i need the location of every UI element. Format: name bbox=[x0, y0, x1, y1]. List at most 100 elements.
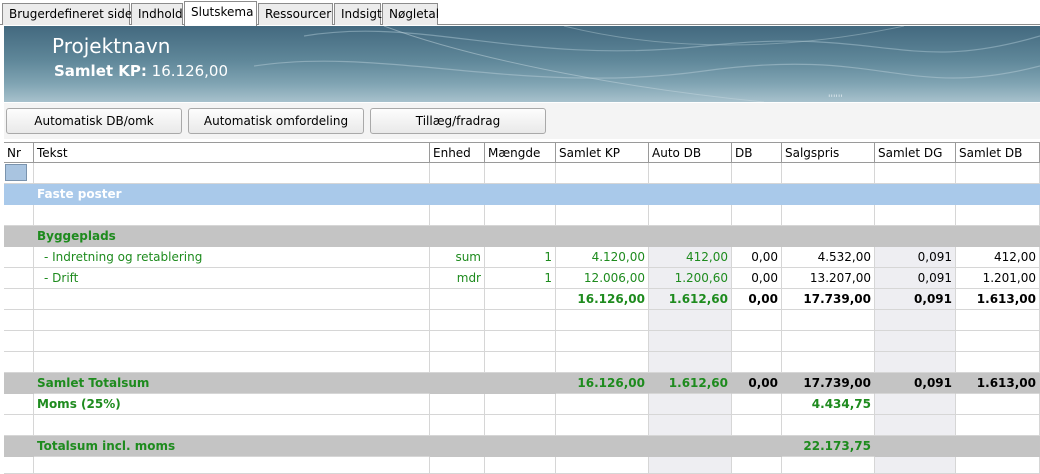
table-row[interactable]: - Drift mdr 1 12.006,00 1.200,60 0,00 13… bbox=[4, 268, 1040, 289]
surcharge-button[interactable]: Tillæg/fradrag bbox=[370, 108, 546, 134]
enhed-cell[interactable] bbox=[430, 310, 485, 331]
samlet-kp-cell[interactable] bbox=[556, 310, 649, 331]
total-incl-vat-row[interactable]: Totalsum incl. moms 22.173,75 bbox=[4, 436, 1040, 457]
salgspris-cell[interactable]: 4.532,00 bbox=[782, 247, 875, 268]
table-row[interactable] bbox=[4, 415, 1040, 436]
nr-cell[interactable] bbox=[4, 310, 34, 331]
auto-db-cell[interactable]: 412,00 bbox=[649, 247, 732, 268]
tekst-cell[interactable]: - Indretning og retablering bbox=[34, 247, 430, 268]
enhed-cell[interactable] bbox=[430, 331, 485, 352]
salgspris-cell[interactable] bbox=[782, 205, 875, 226]
auto-db-cell[interactable] bbox=[649, 163, 732, 184]
col-header-tekst[interactable]: Tekst bbox=[34, 142, 430, 163]
auto-db-button[interactable]: Automatisk DB/omk bbox=[6, 108, 182, 134]
enhed-cell[interactable] bbox=[430, 352, 485, 373]
samlet-kp-cell[interactable] bbox=[556, 331, 649, 352]
table-row[interactable] bbox=[4, 205, 1040, 226]
samlet-kp-cell[interactable] bbox=[556, 205, 649, 226]
enhed-cell[interactable]: sum bbox=[430, 247, 485, 268]
table-row[interactable]: - Indretning og retablering sum 1 4.120,… bbox=[4, 247, 1040, 268]
nr-cell[interactable] bbox=[4, 163, 34, 184]
salgspris-cell[interactable] bbox=[782, 352, 875, 373]
grand-total-samlet-db[interactable]: 1.613,00 bbox=[956, 373, 1040, 394]
tekst-cell[interactable] bbox=[34, 205, 430, 226]
tab-ressourcer[interactable]: Ressourcer bbox=[258, 3, 333, 25]
nr-cell[interactable] bbox=[4, 415, 34, 436]
samlet-dg-cell[interactable]: 0,091 bbox=[875, 247, 956, 268]
maengde-cell[interactable] bbox=[485, 205, 556, 226]
samlet-dg-cell[interactable] bbox=[875, 331, 956, 352]
section-row-faste-poster[interactable]: Faste poster bbox=[4, 184, 1040, 205]
db-cell[interactable] bbox=[732, 394, 782, 415]
auto-redistribute-button[interactable]: Automatisk omfordeling bbox=[188, 108, 364, 134]
samlet-db-cell[interactable] bbox=[956, 394, 1040, 415]
samlet-dg-cell[interactable] bbox=[875, 163, 956, 184]
salgspris-cell[interactable]: 13.207,00 bbox=[782, 268, 875, 289]
maengde-cell[interactable] bbox=[485, 331, 556, 352]
group-row-byggeplads[interactable]: Byggeplads bbox=[4, 226, 1040, 247]
subtotal-samlet-db[interactable]: 1.613,00 bbox=[956, 289, 1040, 310]
col-header-db[interactable]: DB bbox=[732, 142, 782, 163]
col-header-salgspris[interactable]: Salgspris bbox=[782, 142, 875, 163]
salgspris-cell[interactable] bbox=[782, 310, 875, 331]
nr-cell[interactable] bbox=[4, 247, 34, 268]
vat-row[interactable]: Moms (25%) 4.434,75 bbox=[4, 394, 1040, 415]
resize-grip-icon[interactable]: '''''' bbox=[828, 94, 843, 102]
db-cell[interactable] bbox=[732, 352, 782, 373]
maengde-cell[interactable]: 1 bbox=[485, 247, 556, 268]
maengde-cell[interactable] bbox=[485, 310, 556, 331]
subtotal-samlet-kp[interactable]: 16.126,00 bbox=[556, 289, 649, 310]
salgspris-cell[interactable] bbox=[782, 163, 875, 184]
samlet-db-cell[interactable] bbox=[956, 415, 1040, 436]
tekst-cell[interactable] bbox=[34, 310, 430, 331]
enhed-cell[interactable] bbox=[430, 289, 485, 310]
tekst-cell[interactable] bbox=[34, 415, 430, 436]
samlet-db-cell[interactable] bbox=[956, 331, 1040, 352]
tekst-cell[interactable] bbox=[34, 457, 430, 474]
db-cell[interactable]: 0,00 bbox=[732, 268, 782, 289]
db-cell[interactable] bbox=[732, 415, 782, 436]
salgspris-cell[interactable] bbox=[782, 331, 875, 352]
maengde-cell[interactable] bbox=[485, 163, 556, 184]
auto-db-cell[interactable] bbox=[649, 415, 732, 436]
table-row[interactable] bbox=[4, 163, 1040, 184]
nr-cell[interactable] bbox=[4, 394, 34, 415]
auto-db-cell[interactable] bbox=[649, 394, 732, 415]
samlet-kp-cell[interactable] bbox=[556, 457, 649, 474]
samlet-kp-cell[interactable] bbox=[556, 352, 649, 373]
nr-cell[interactable] bbox=[4, 457, 34, 474]
samlet-dg-cell[interactable] bbox=[875, 352, 956, 373]
tekst-cell[interactable]: - Drift bbox=[34, 268, 430, 289]
salgspris-cell[interactable] bbox=[782, 457, 875, 474]
samlet-db-cell[interactable] bbox=[956, 205, 1040, 226]
auto-db-cell[interactable] bbox=[649, 457, 732, 474]
grand-total-samlet-kp[interactable]: 16.126,00 bbox=[556, 373, 649, 394]
samlet-kp-cell[interactable]: 4.120,00 bbox=[556, 247, 649, 268]
col-header-samlet-dg[interactable]: Samlet DG bbox=[875, 142, 956, 163]
enhed-cell[interactable] bbox=[430, 205, 485, 226]
subtotal-row[interactable]: 16.126,00 1.612,60 0,00 17.739,00 0,091 … bbox=[4, 289, 1040, 310]
tab-slutskema[interactable]: Slutskema bbox=[184, 1, 257, 26]
auto-db-cell[interactable]: 1.200,60 bbox=[649, 268, 732, 289]
samlet-db-cell[interactable]: 412,00 bbox=[956, 247, 1040, 268]
auto-db-cell[interactable] bbox=[649, 205, 732, 226]
salgspris-cell[interactable] bbox=[782, 415, 875, 436]
nr-cell[interactable] bbox=[4, 352, 34, 373]
maengde-cell[interactable] bbox=[485, 289, 556, 310]
tekst-cell[interactable] bbox=[34, 331, 430, 352]
samlet-db-cell[interactable] bbox=[956, 310, 1040, 331]
db-cell[interactable] bbox=[732, 205, 782, 226]
db-cell[interactable] bbox=[732, 310, 782, 331]
samlet-db-cell[interactable] bbox=[956, 352, 1040, 373]
maengde-cell[interactable] bbox=[485, 352, 556, 373]
table-row[interactable] bbox=[4, 310, 1040, 331]
grand-total-db[interactable]: 0,00 bbox=[732, 373, 782, 394]
tab-noegletal[interactable]: Nøgletal bbox=[382, 3, 439, 25]
nr-cell[interactable] bbox=[4, 289, 34, 310]
db-cell[interactable] bbox=[732, 163, 782, 184]
maengde-cell[interactable]: 1 bbox=[485, 268, 556, 289]
samlet-kp-cell[interactable] bbox=[556, 415, 649, 436]
auto-db-cell[interactable] bbox=[649, 331, 732, 352]
subtotal-db[interactable]: 0,00 bbox=[732, 289, 782, 310]
subtotal-salgspris[interactable]: 17.739,00 bbox=[782, 289, 875, 310]
